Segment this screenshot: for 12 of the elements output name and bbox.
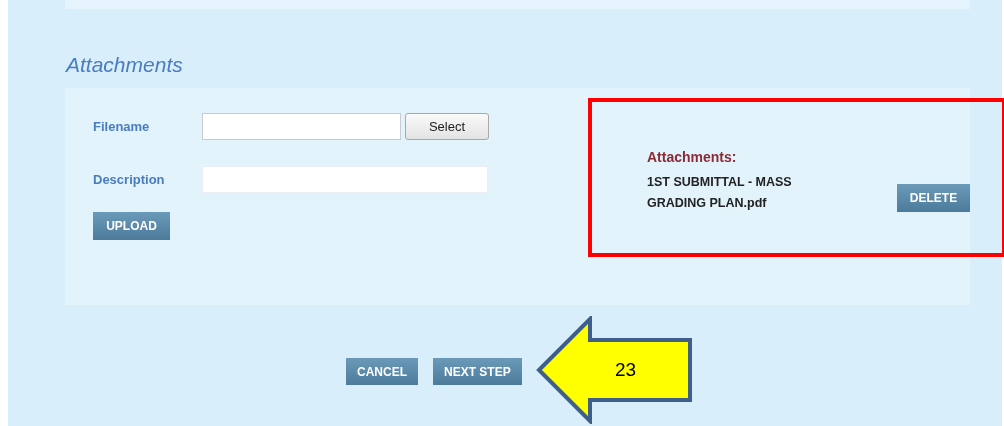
callout-number: 23 [615, 359, 637, 381]
attachments-heading: Attachments: [647, 149, 738, 165]
footer-button[interactable]: NEXT STEP [433, 358, 522, 385]
delete-button[interactable]: DELETE [897, 184, 970, 212]
footer-button[interactable]: CANCEL [346, 358, 418, 385]
input-field[interactable] [202, 113, 401, 140]
section-title: Attachments [64, 52, 184, 78]
attachment-filename: 1ST SUBMITTAL - MASS GRADING PLAN.pdf [647, 174, 793, 212]
upload-button[interactable]: UPLOAD [93, 212, 170, 240]
field-label: Filename [93, 119, 151, 134]
field-label: Description [93, 172, 166, 187]
select-button[interactable]: Select [405, 113, 489, 140]
